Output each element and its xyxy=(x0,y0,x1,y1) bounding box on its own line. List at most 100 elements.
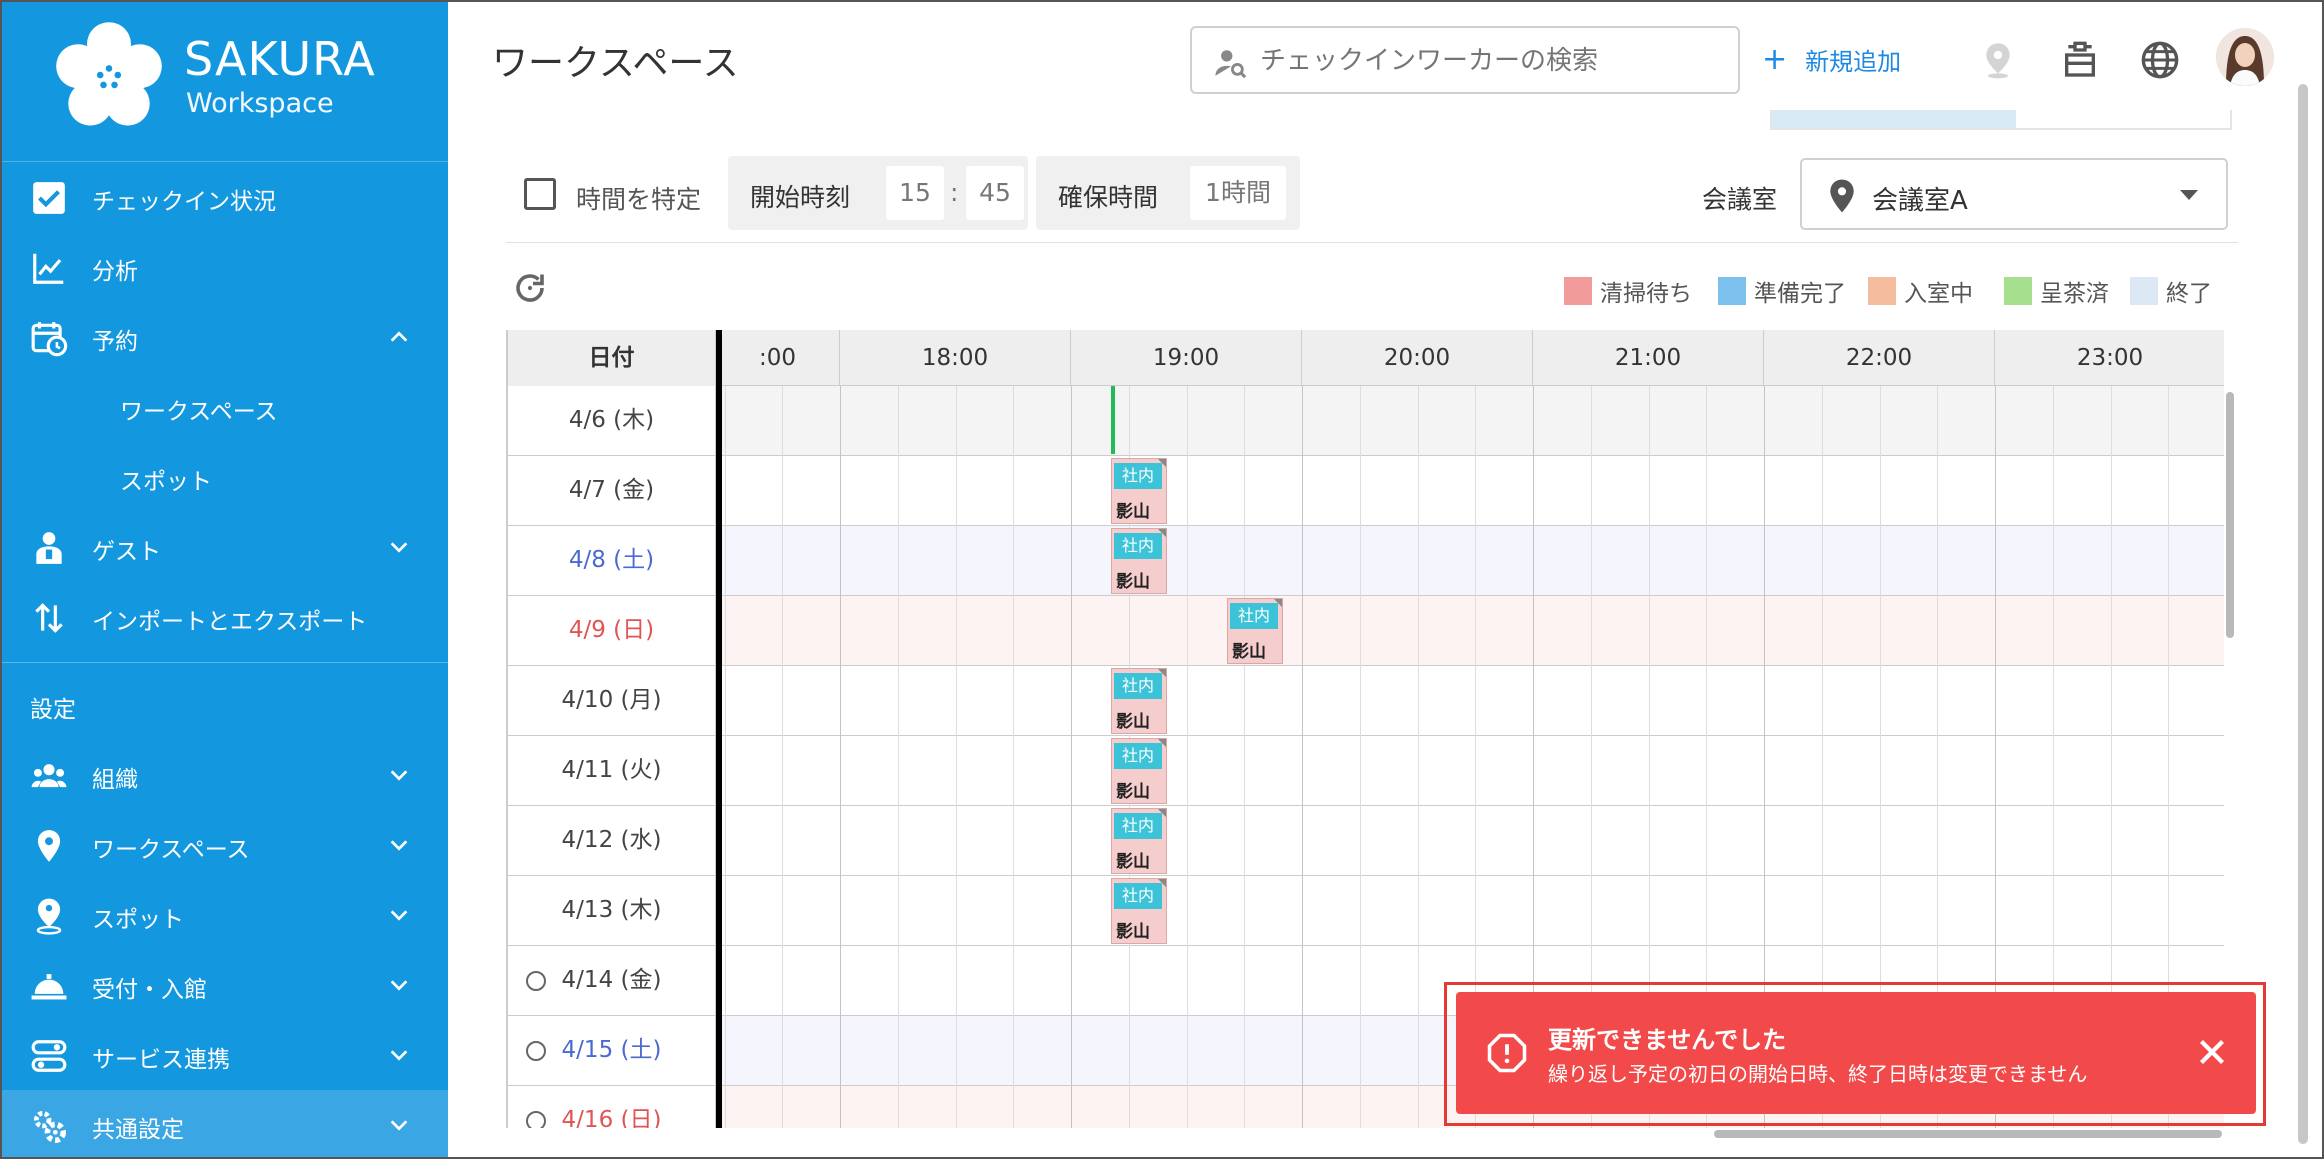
booking-block[interactable]: 社内 影山 xyxy=(1111,808,1167,874)
import-export-arrows-icon xyxy=(35,603,63,633)
location-pin-disabled-icon[interactable] xyxy=(1978,40,2018,80)
grid-line xyxy=(725,386,726,1128)
time-column-header: 20:00 xyxy=(1302,330,1533,386)
resize-corner-icon xyxy=(1158,809,1166,817)
start-hour-input[interactable]: 15 xyxy=(886,166,944,220)
time-column-header: 22:00 xyxy=(1764,330,1995,386)
sidebar-item-import-export[interactable]: インポートとエクスポート xyxy=(2,582,448,652)
schedule-row[interactable]: 4/6 (木) xyxy=(508,386,2224,456)
booking-block[interactable]: 社内 影山 xyxy=(1111,878,1167,944)
sidebar-item-label: ワークスペース xyxy=(120,399,278,425)
grid-horizontal-scrollbar[interactable] xyxy=(1714,1130,2222,1138)
grid-vertical-scrollbar[interactable] xyxy=(2226,392,2234,638)
sidebar-item-label: ワークスペース xyxy=(92,837,250,863)
legend-swatch xyxy=(1564,277,1592,305)
legend-item: 呈茶済 xyxy=(2004,274,2109,308)
booking-name: 影山 xyxy=(1116,502,1150,522)
globe-icon[interactable] xyxy=(2140,40,2180,80)
group-people-icon xyxy=(31,764,67,788)
close-icon[interactable] xyxy=(2194,1034,2230,1070)
grid-header: :00 18:00 19:00 20:00 21:00 22:00 23:00 xyxy=(508,330,2224,386)
page-scrollbar[interactable] xyxy=(2298,84,2308,1144)
booking-block[interactable]: 社内 影山 xyxy=(1227,598,1283,664)
grid-line xyxy=(782,386,783,1128)
resize-corner-icon xyxy=(1274,599,1282,607)
integration-icon xyxy=(31,1040,67,1072)
booking-block[interactable]: 社内 影山 xyxy=(1111,528,1167,594)
booking-tag: 社内 xyxy=(1230,603,1278,629)
add-new-button[interactable]: + 新規追加 xyxy=(1762,42,1901,77)
grid-line xyxy=(1013,386,1014,1128)
row-radio[interactable] xyxy=(526,1111,546,1128)
start-time-label: 開始時刻 xyxy=(750,183,851,212)
time-column-header: 18:00 xyxy=(840,330,1071,386)
toast-message: 繰り返し予定の初日の開始日時、終了日時は変更できません xyxy=(1548,1062,2088,1086)
refresh-icon[interactable] xyxy=(512,270,548,306)
legend-label: 入室中 xyxy=(1904,281,1973,307)
schedule-row[interactable]: 4/11 (火) xyxy=(508,736,2224,806)
booking-block[interactable]: 社内 影山 xyxy=(1111,458,1167,524)
booking-tag: 社内 xyxy=(1114,813,1162,839)
booking-name: 影山 xyxy=(1116,782,1150,802)
start-minute-input[interactable]: 45 xyxy=(966,166,1024,220)
duration-label: 確保時間 xyxy=(1058,183,1159,212)
date-cell: 4/12 (水) xyxy=(508,806,716,875)
worker-search-box[interactable] xyxy=(1190,26,1740,94)
settings-section-label: 設定 xyxy=(30,697,76,723)
time-column-header: 23:00 xyxy=(1995,330,2224,386)
grid-line xyxy=(1360,386,1361,1128)
booking-tag: 社内 xyxy=(1114,883,1162,909)
specify-time-checkbox[interactable] xyxy=(524,178,556,210)
legend-swatch xyxy=(2004,277,2032,305)
sidebar-subitem-spot[interactable]: スポット xyxy=(2,442,448,512)
controls-divider xyxy=(506,242,2238,243)
duration-input[interactable]: 1時間 xyxy=(1190,166,1286,220)
building-floor-icon[interactable] xyxy=(2060,40,2100,80)
date-column-header: 日付 xyxy=(508,330,716,386)
resize-corner-icon xyxy=(1158,739,1166,747)
pin-person-icon xyxy=(36,898,62,935)
booking-block[interactable]: 社内 影山 xyxy=(1111,668,1167,734)
sidebar-item-organization[interactable]: 組織 xyxy=(2,740,448,810)
sidebar-item-label: サービス連携 xyxy=(92,1047,230,1073)
row-radio[interactable] xyxy=(526,1041,546,1061)
brand-logo[interactable]: SAKURA Workspace xyxy=(2,2,448,162)
error-toast: 更新できませんでした 繰り返し予定の初日の開始日時、終了日時は変更できません xyxy=(1456,992,2256,1114)
grid-line xyxy=(1302,386,1303,1128)
booking-block[interactable]: 社内 影山 xyxy=(1111,738,1167,804)
schedule-row[interactable]: 4/10 (月) xyxy=(508,666,2224,736)
sidebar-item-checkin-status[interactable]: チェックイン状況 xyxy=(2,162,448,232)
location-pin-icon xyxy=(37,830,61,862)
view-tab-strip[interactable] xyxy=(1770,110,2232,130)
sidebar-item-reservations[interactable]: 予約 xyxy=(2,302,448,372)
chevron-down-icon xyxy=(390,980,408,991)
schedule-row[interactable]: 4/9 (日) xyxy=(508,596,2224,666)
schedule-row[interactable]: 4/8 (土) xyxy=(508,526,2224,596)
sidebar-item-guests[interactable]: ゲスト xyxy=(2,512,448,582)
legend-swatch xyxy=(1718,277,1746,305)
sidebar-item-label: スポット xyxy=(120,469,212,495)
room-select[interactable]: 会議室A xyxy=(1800,158,2228,230)
resize-corner-icon xyxy=(1158,879,1166,887)
legend-item: 入室中 xyxy=(1868,274,1973,308)
search-input[interactable] xyxy=(1260,40,1720,82)
user-avatar[interactable] xyxy=(2216,28,2274,86)
schedule-row[interactable]: 4/12 (水) xyxy=(508,806,2224,876)
sidebar-item-reception[interactable]: 受付・入館 xyxy=(2,950,448,1020)
date-cell: 4/8 (土) xyxy=(508,526,716,595)
date-cell: 4/10 (月) xyxy=(508,666,716,735)
sidebar-subitem-workspace[interactable]: ワークスペース xyxy=(2,372,448,442)
schedule-row[interactable]: 4/7 (金) xyxy=(508,456,2224,526)
current-time-marker xyxy=(1111,386,1115,454)
sidebar-item-service-integration[interactable]: サービス連携 xyxy=(2,1020,448,1090)
row-radio[interactable] xyxy=(526,971,546,991)
location-pin-icon xyxy=(1830,179,1854,213)
date-cell: 4/7 (金) xyxy=(508,456,716,525)
schedule-row[interactable]: 4/13 (木) xyxy=(508,876,2224,946)
plus-icon: + xyxy=(1762,42,1788,77)
sidebar-item-analytics[interactable]: 分析 xyxy=(2,232,448,302)
sidebar-item-common-settings[interactable]: 共通設定 xyxy=(2,1090,448,1157)
sidebar-item-workspace-settings[interactable]: ワークスペース xyxy=(2,810,448,880)
date-cell: 4/13 (木) xyxy=(508,876,716,945)
sidebar-item-spot-settings[interactable]: スポット xyxy=(2,880,448,950)
